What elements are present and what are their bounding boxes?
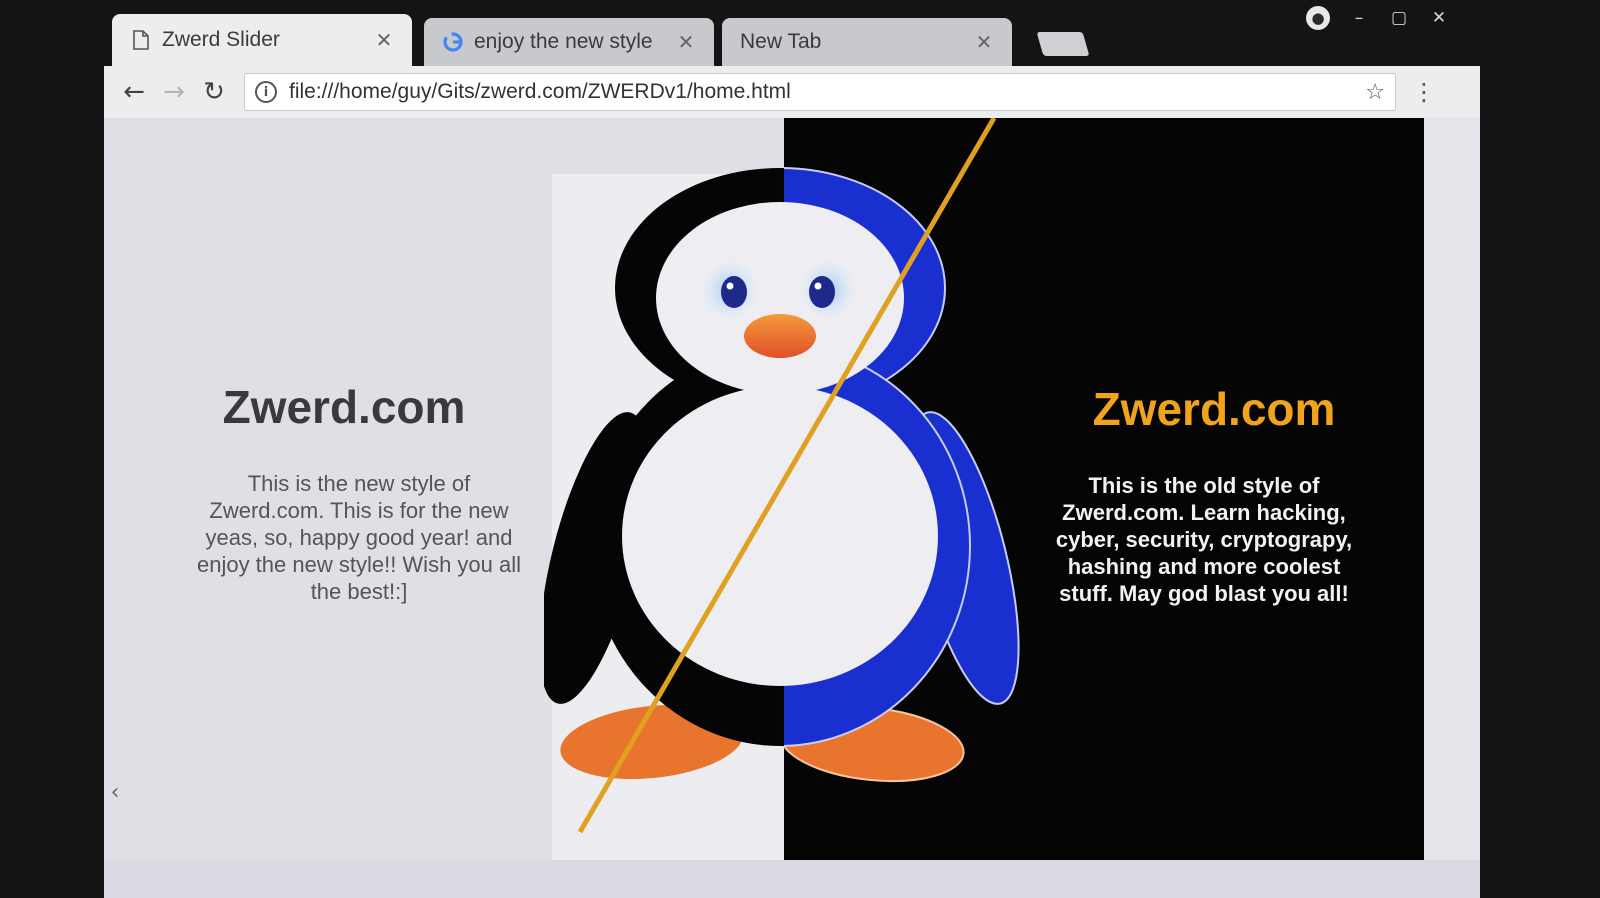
page-viewport: Zwerd.com This is the new style of Zwerd… <box>104 118 1480 898</box>
tab-new-tab[interactable]: New Tab ✕ <box>722 18 1012 66</box>
bookmark-star-icon[interactable]: ☆ <box>1365 80 1385 105</box>
forward-button[interactable]: → <box>154 72 194 112</box>
tab-strip: Zwerd Slider ✕ enjoy the new style ✕ New… <box>112 14 1472 66</box>
back-button[interactable]: ← <box>114 72 154 112</box>
close-icon[interactable]: ✕ <box>374 28 394 53</box>
penguin-beak <box>744 314 816 358</box>
menu-icon[interactable]: ⋮ <box>1412 78 1436 106</box>
close-icon[interactable]: ✕ <box>974 30 994 55</box>
tab-zwerd-slider[interactable]: Zwerd Slider ✕ <box>112 14 412 66</box>
new-tab-button[interactable] <box>1036 32 1090 56</box>
google-icon <box>442 31 464 53</box>
new-style-text: This is the new style of Zwerd.com. This… <box>196 471 522 604</box>
info-icon[interactable]: i <box>255 81 277 103</box>
browser-toolbar: ← → ↻ i file:///home/guy/Gits/zwerd.com/… <box>104 66 1480 118</box>
tab-title: Zwerd Slider <box>162 28 280 51</box>
page-bottom-area <box>104 860 1480 898</box>
penguin-image[interactable] <box>544 118 1104 860</box>
old-style-title: Zwerd.com <box>1092 383 1336 435</box>
close-icon[interactable]: ✕ <box>676 30 696 55</box>
tab-enjoy-new-style[interactable]: enjoy the new style ✕ <box>424 18 714 66</box>
url-text[interactable]: file:///home/guy/Gits/zwerd.com/ZWERDv1/… <box>289 80 1365 104</box>
address-bar[interactable]: i file:///home/guy/Gits/zwerd.com/ZWERDv… <box>244 73 1396 111</box>
tab-title: New Tab <box>740 30 822 53</box>
page-icon <box>130 29 152 51</box>
reload-button[interactable]: ↻ <box>194 72 234 112</box>
new-style-title: Zwerd.com <box>222 381 466 433</box>
chevron-left-icon[interactable]: ‹ <box>104 770 126 814</box>
penguin-belly <box>622 202 938 686</box>
tab-title: enjoy the new style <box>474 30 653 53</box>
